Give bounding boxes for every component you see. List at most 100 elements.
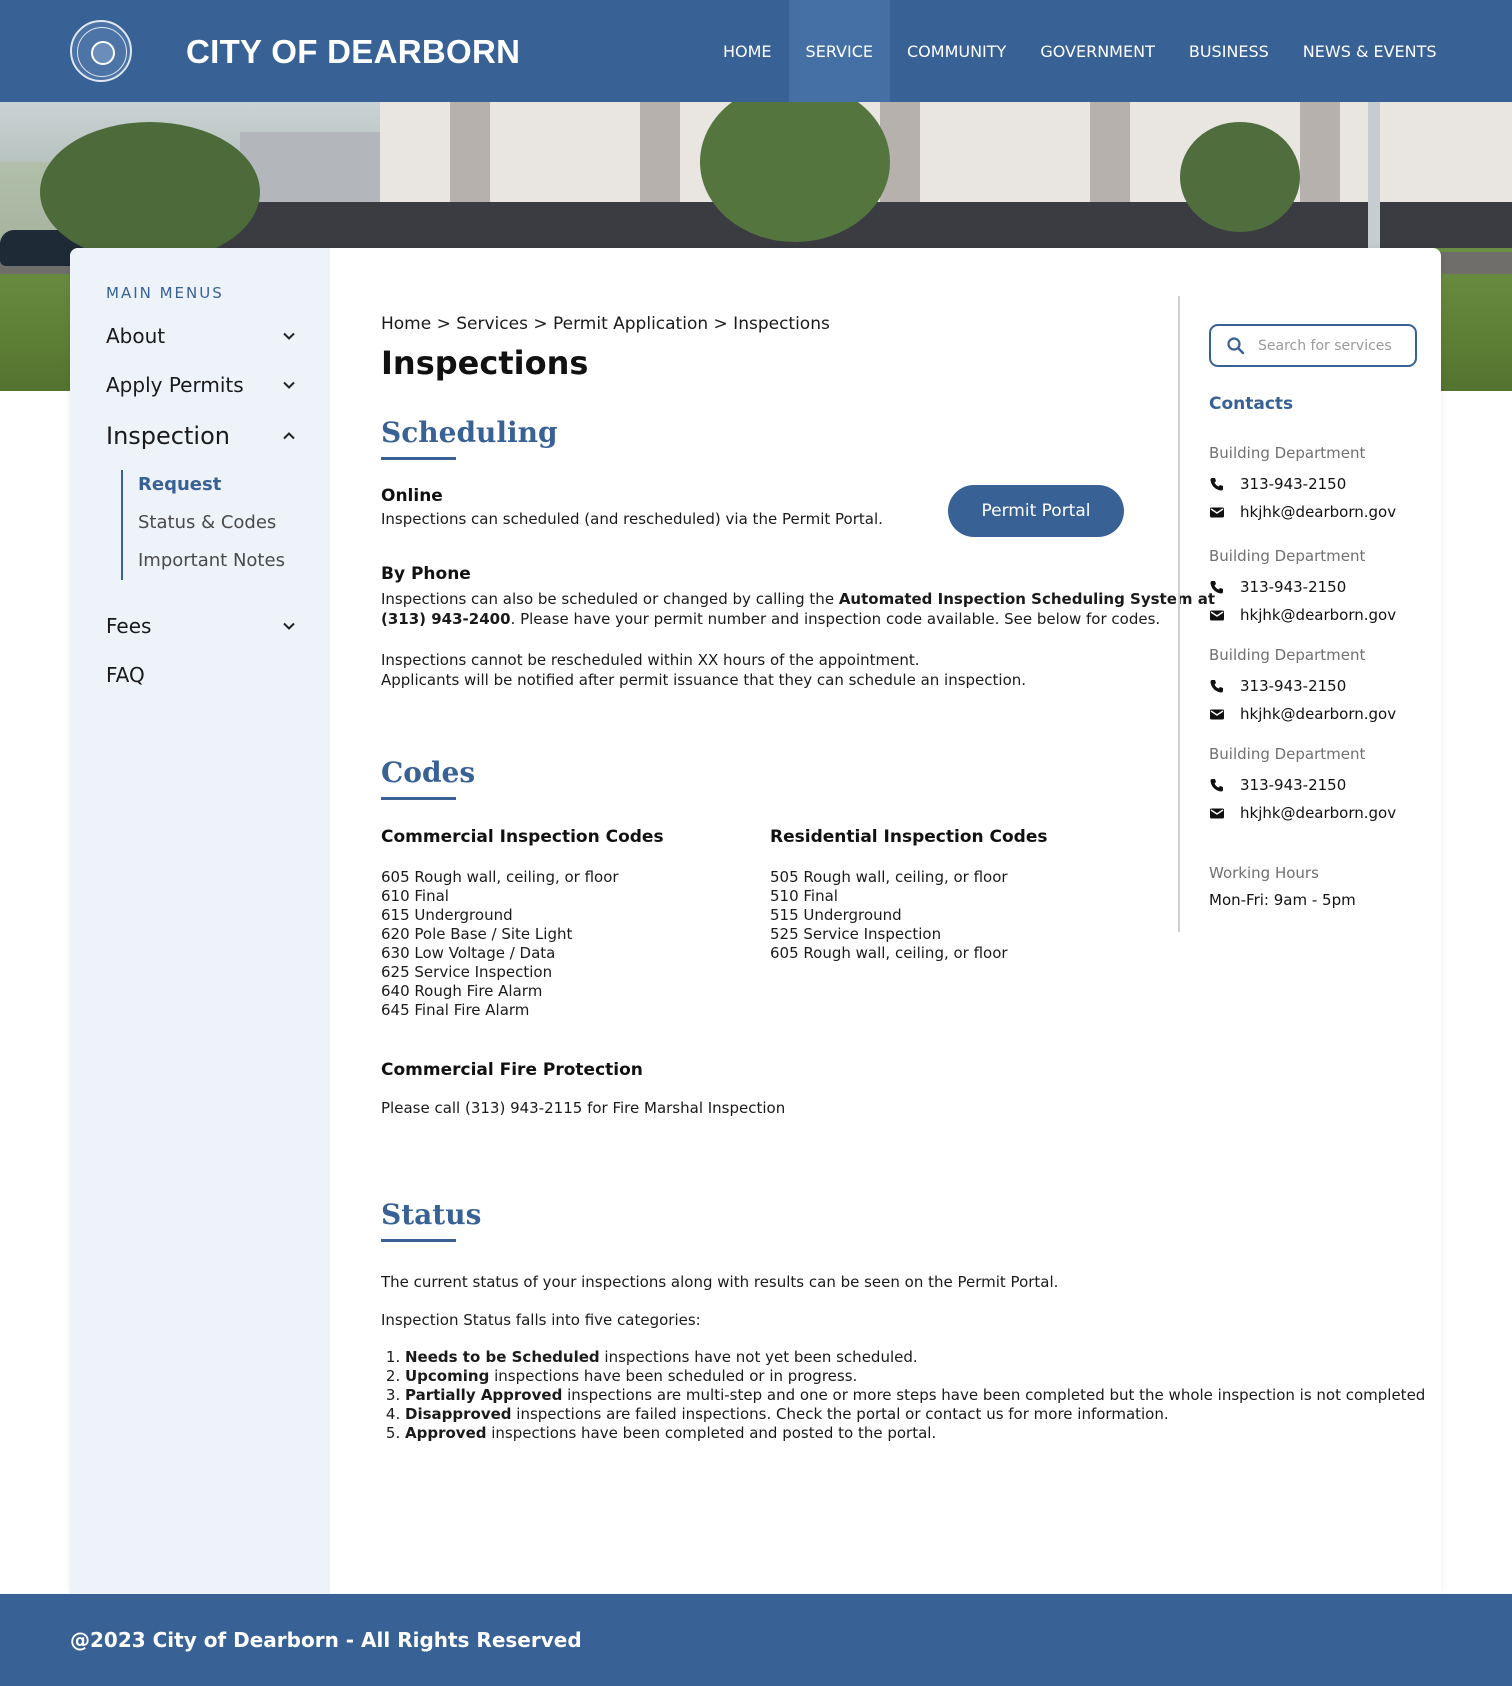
nav-news-events[interactable]: NEWS & EVENTS: [1286, 0, 1454, 102]
status-item: Upcoming inspections have been scheduled…: [405, 1367, 1425, 1386]
online-text: Inspections can scheduled (and reschedul…: [381, 510, 883, 528]
email-address: hkjhk@dearborn.gov: [1240, 705, 1397, 723]
commercial-codes-heading: Commercial Inspection Codes: [381, 827, 664, 847]
reschedule-note: Inspections cannot be rescheduled within…: [381, 651, 920, 669]
nav-service[interactable]: SERVICE: [788, 0, 890, 102]
page-title: Inspections: [381, 344, 589, 382]
mail-icon: [1209, 504, 1225, 520]
status-term: Upcoming: [405, 1367, 490, 1385]
code-item: 525 Service Inspection: [770, 925, 942, 943]
contact-phone[interactable]: 313-943-2150: [1209, 677, 1346, 695]
city-seal-logo[interactable]: [70, 20, 132, 82]
main-content: Home > Services > Permit Application > I…: [381, 248, 1425, 1594]
code-item: 640 Rough Fire Alarm: [381, 982, 543, 1000]
code-item: 630 Low Voltage / Data: [381, 944, 556, 962]
submenu-item-important-notes[interactable]: Important Notes: [138, 550, 285, 571]
chevron-down-icon[interactable]: [282, 378, 296, 392]
site-header: CITY OF DEARBORN HOME SERVICE COMMUNITY …: [0, 0, 1512, 102]
sidebar: MAIN MENUS About Apply Permits Inspectio…: [70, 248, 330, 1594]
scheduling-notes: Inspections cannot be rescheduled within…: [381, 650, 1026, 690]
section-underline: [381, 457, 456, 460]
hero-pole: [1368, 102, 1380, 272]
code-item: 620 Pole Base / Site Light: [381, 925, 573, 943]
code-item: 645 Final Fire Alarm: [381, 1001, 530, 1019]
code-item: 625 Service Inspection: [381, 963, 553, 981]
hero-building-stripe: [450, 102, 490, 202]
code-item: 605 Rough wall, ceiling, or floor: [770, 944, 1008, 962]
permit-portal-button[interactable]: Permit Portal: [948, 485, 1124, 537]
phone-number: 313-943-2150: [1240, 677, 1347, 695]
status-item: Approved inspections have been completed…: [405, 1424, 1425, 1443]
sidebar-item-apply-permits[interactable]: Apply Permits: [106, 369, 296, 401]
nav-community[interactable]: COMMUNITY: [890, 0, 1023, 102]
scheduling-phone-number: (313) 943-2400: [381, 610, 511, 628]
status-term: Disapproved: [405, 1405, 512, 1423]
submenu-item-request[interactable]: Request: [138, 474, 221, 495]
hero-building-stripe: [1090, 102, 1130, 202]
status-desc: inspections are failed inspections. Chec…: [511, 1405, 1169, 1423]
sidebar-item-label: Apply Permits: [106, 373, 244, 397]
sidebar-item-label: Fees: [106, 614, 152, 638]
sidebar-item-faq[interactable]: FAQ: [106, 659, 296, 691]
scheduling-system-name: Automated Inspection Scheduling System a…: [838, 590, 1216, 608]
status-desc: inspections have been scheduled or in pr…: [489, 1367, 858, 1385]
chevron-down-icon[interactable]: [282, 329, 296, 343]
chevron-down-icon[interactable]: [282, 619, 296, 633]
contact-email[interactable]: hkjhk@dearborn.gov: [1209, 705, 1396, 723]
breadcrumb[interactable]: Home > Services > Permit Application > I…: [381, 314, 830, 334]
code-item: 615 Underground: [381, 906, 513, 924]
section-title-scheduling: Scheduling: [381, 416, 558, 449]
contact-phone[interactable]: 313-943-2150: [1209, 475, 1346, 493]
search-box[interactable]: [1209, 324, 1417, 367]
phone-icon: [1209, 678, 1225, 694]
email-address: hkjhk@dearborn.gov: [1240, 804, 1397, 822]
site-brand[interactable]: CITY OF DEARBORN: [186, 33, 520, 71]
section-underline: [381, 797, 456, 800]
chevron-up-icon[interactable]: [282, 429, 296, 443]
status-item: Needs to be Scheduled inspections have n…: [405, 1348, 1425, 1367]
sidebar-item-fees[interactable]: Fees: [106, 610, 296, 642]
code-item: 610 Final: [381, 887, 449, 905]
contact-department: Building Department: [1209, 745, 1366, 763]
fire-protection-heading: Commercial Fire Protection: [381, 1060, 643, 1080]
status-categories-intro: Inspection Status falls into five catego…: [381, 1311, 701, 1329]
contact-email[interactable]: hkjhk@dearborn.gov: [1209, 606, 1396, 624]
nav-home[interactable]: HOME: [706, 0, 789, 102]
contact-phone[interactable]: 313-943-2150: [1209, 578, 1346, 596]
inspection-submenu: Request Status & Codes Important Notes: [121, 470, 301, 580]
code-item: 515 Underground: [770, 906, 902, 924]
phone-number: 313-943-2150: [1240, 776, 1347, 794]
sidebar-item-inspection[interactable]: Inspection: [106, 420, 296, 452]
status-term: Needs to be Scheduled: [405, 1348, 600, 1366]
contacts-title: Contacts: [1209, 394, 1294, 414]
contact-email[interactable]: hkjhk@dearborn.gov: [1209, 804, 1396, 822]
main-card: MAIN MENUS About Apply Permits Inspectio…: [70, 248, 1441, 1594]
sidebar-item-label: Inspection: [106, 422, 230, 450]
contact-department: Building Department: [1209, 547, 1366, 565]
status-item: Disapproved inspections are failed inspe…: [405, 1405, 1425, 1424]
search-input[interactable]: [1258, 337, 1408, 354]
notification-note: Applicants will be notified after permit…: [381, 671, 1027, 689]
section-title-codes: Codes: [381, 756, 476, 789]
code-item: 605 Rough wall, ceiling, or floor: [381, 868, 619, 886]
status-term: Approved: [405, 1424, 487, 1442]
online-heading: Online: [381, 486, 443, 506]
sidebar-item-about[interactable]: About: [106, 320, 296, 352]
contact-email[interactable]: hkjhk@dearborn.gov: [1209, 503, 1396, 521]
phone-number: 313-943-2150: [1240, 578, 1347, 596]
email-address: hkjhk@dearborn.gov: [1240, 503, 1397, 521]
by-phone-heading: By Phone: [381, 564, 471, 584]
status-desc: inspections have not yet been scheduled.: [599, 1348, 918, 1366]
residential-codes-list: 505 Rough wall, ceiling, or floor 510 Fi…: [770, 868, 1008, 963]
code-item: 510 Final: [770, 887, 838, 905]
working-hours-label: Working Hours: [1209, 864, 1319, 882]
commercial-codes-list: 605 Rough wall, ceiling, or floor 610 Fi…: [381, 868, 619, 1020]
nav-government[interactable]: GOVERNMENT: [1023, 0, 1172, 102]
submenu-item-status-codes[interactable]: Status & Codes: [138, 512, 276, 533]
status-item: Partially Approved inspections are multi…: [405, 1386, 1425, 1405]
search-icon[interactable]: [1226, 336, 1246, 356]
nav-business[interactable]: BUSINESS: [1172, 0, 1286, 102]
contact-phone[interactable]: 313-943-2150: [1209, 776, 1346, 794]
residential-codes-heading: Residential Inspection Codes: [770, 827, 1048, 847]
mail-icon: [1209, 706, 1225, 722]
